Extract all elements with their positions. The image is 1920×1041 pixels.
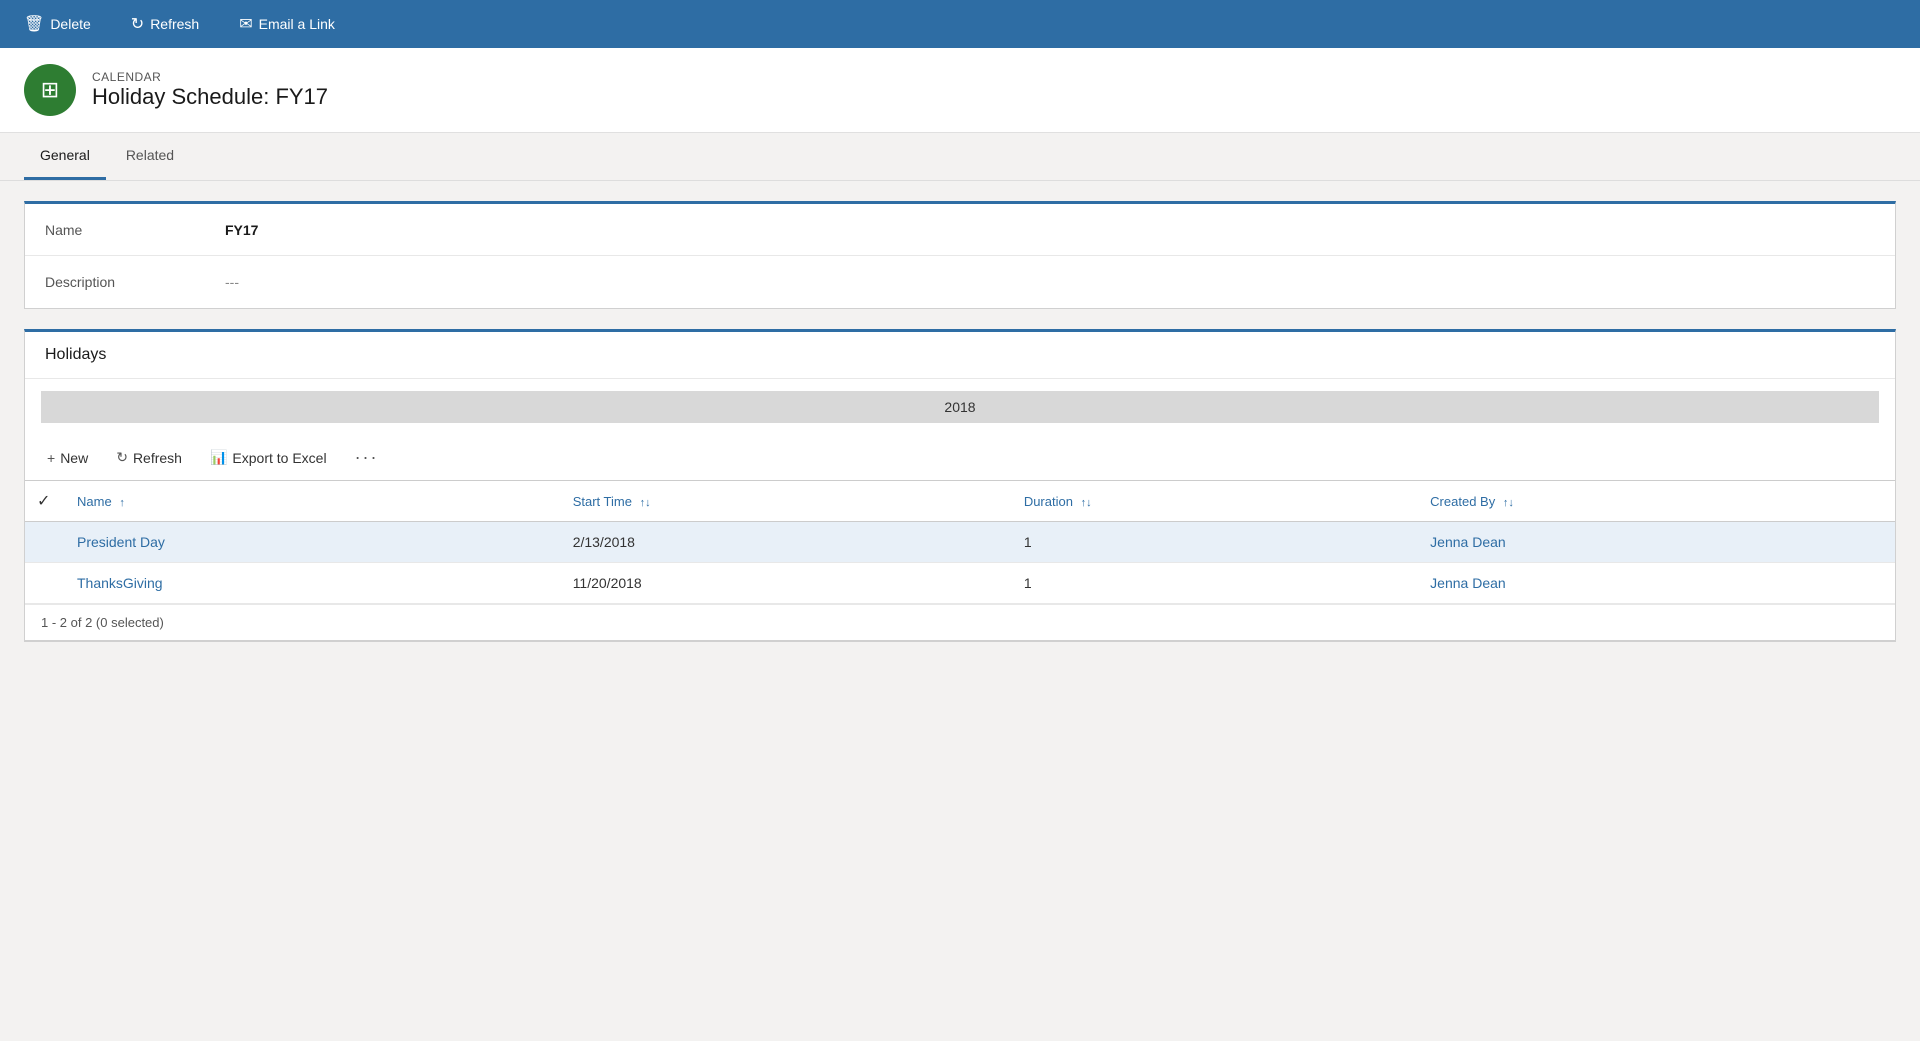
excel-icon: 📊	[210, 449, 227, 466]
email-icon: ✉	[239, 14, 252, 34]
created-by-sort-icon: ↑↓	[1503, 497, 1514, 509]
row1-check[interactable]	[25, 522, 65, 563]
row1-name[interactable]: President Day	[65, 522, 561, 563]
holidays-title: Holidays	[25, 332, 1895, 379]
holidays-table: ✓ Name ↑ Start Time ↑↓ Duration ↑↓	[25, 480, 1895, 604]
row2-duration: 1	[1012, 563, 1418, 604]
row1-duration: 1	[1012, 522, 1418, 563]
select-all-header[interactable]: ✓	[25, 481, 65, 522]
bottom-divider	[25, 640, 1895, 641]
col-duration[interactable]: Duration ↑↓	[1012, 481, 1418, 522]
delete-button[interactable]: 🗑 Delete	[16, 10, 99, 38]
col-created-by[interactable]: Created By ↑↓	[1418, 481, 1895, 522]
refresh-icon: ↻	[131, 14, 144, 34]
name-sort-icon: ↑	[119, 497, 125, 509]
table-row: President Day 2/13/2018 1 Jenna Dean	[25, 522, 1895, 563]
name-row: Name FY17	[25, 204, 1895, 256]
row2-check[interactable]	[25, 563, 65, 604]
record-header: ⊞ CALENDAR Holiday Schedule: FY17	[0, 48, 1920, 133]
record-icon: ⊞	[24, 64, 76, 116]
tab-related[interactable]: Related	[110, 133, 190, 180]
tabs-bar: General Related	[0, 133, 1920, 181]
name-value: FY17	[225, 222, 258, 238]
holidays-refresh-icon: ↻	[116, 449, 128, 466]
header-text: CALENDAR Holiday Schedule: FY17	[92, 70, 328, 110]
table-header-row: ✓ Name ↑ Start Time ↑↓ Duration ↑↓	[25, 481, 1895, 522]
pagination: 1 - 2 of 2 (0 selected)	[25, 604, 1895, 640]
record-type: CALENDAR	[92, 70, 328, 84]
email-link-button[interactable]: ✉ Email a Link	[231, 10, 343, 38]
tab-general[interactable]: General	[24, 133, 106, 180]
more-options-button[interactable]: ···	[349, 443, 385, 472]
delete-icon: 🗑	[24, 14, 44, 34]
row1-start-time: 2/13/2018	[561, 522, 1012, 563]
form-card: Name FY17 Description ---	[24, 201, 1896, 309]
new-button[interactable]: + New	[41, 446, 94, 470]
duration-sort-icon: ↑↓	[1081, 497, 1092, 509]
top-toolbar: 🗑 Delete ↻ Refresh ✉ Email a Link	[0, 0, 1920, 48]
table-row: ThanksGiving 11/20/2018 1 Jenna Dean	[25, 563, 1895, 604]
name-label: Name	[45, 222, 225, 238]
holidays-card: Holidays 2018 + New ↻ Refresh 📊 Export t…	[24, 329, 1896, 642]
refresh-button[interactable]: ↻ Refresh	[123, 10, 207, 38]
row1-created-by[interactable]: Jenna Dean	[1418, 522, 1895, 563]
description-value: ---	[225, 274, 239, 290]
export-excel-button[interactable]: 📊 Export to Excel	[204, 445, 333, 470]
col-name[interactable]: Name ↑	[65, 481, 561, 522]
plus-icon: +	[47, 450, 55, 466]
year-banner: 2018	[41, 391, 1879, 423]
description-row: Description ---	[25, 256, 1895, 308]
row2-created-by[interactable]: Jenna Dean	[1418, 563, 1895, 604]
main-content: Name FY17 Description --- Holidays 2018 …	[0, 181, 1920, 662]
record-title: Holiday Schedule: FY17	[92, 84, 328, 110]
row2-start-time: 11/20/2018	[561, 563, 1012, 604]
col-start-time[interactable]: Start Time ↑↓	[561, 481, 1012, 522]
holidays-refresh-button[interactable]: ↻ Refresh	[110, 445, 188, 470]
holidays-subtoolbar: + New ↻ Refresh 📊 Export to Excel ···	[25, 435, 1895, 480]
description-label: Description	[45, 274, 225, 290]
row2-name[interactable]: ThanksGiving	[65, 563, 561, 604]
start-time-sort-icon: ↑↓	[640, 497, 651, 509]
